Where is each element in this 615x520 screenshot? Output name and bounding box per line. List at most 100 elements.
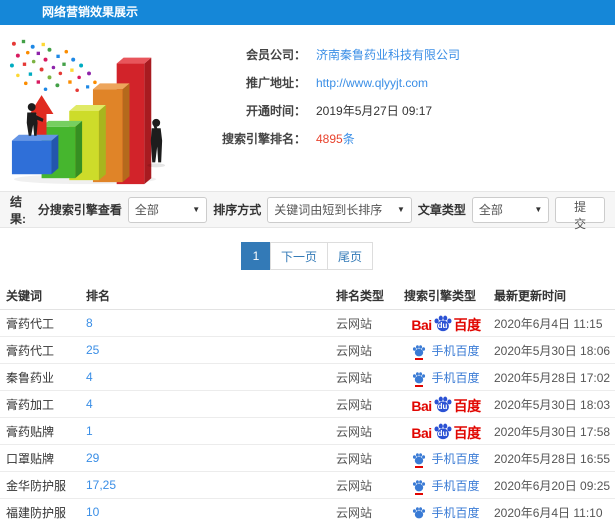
- company-link[interactable]: 济南秦鲁药业科技有限公司: [316, 46, 460, 63]
- engine-rank-value: 4895条: [316, 130, 355, 147]
- baidu-mobile-label: 手机百度: [431, 343, 480, 358]
- keyword-ranking-table: 关键词 排名 排名类型 搜索引擎类型 最新更新时间 膏药代工 8 云网站 Bai du 百…: [0, 282, 615, 520]
- article-type-select[interactable]: 全部 ▼: [471, 196, 550, 223]
- engine-filter-select[interactable]: 全部 ▼: [127, 196, 208, 223]
- cell-engine: 手机百度: [404, 477, 488, 495]
- bar-blue: [11, 134, 59, 175]
- baidu-mobile-logo: 手机百度: [412, 477, 480, 495]
- cell-engine: 手机百度: [404, 342, 488, 360]
- baidu-paw-icon: [412, 452, 426, 468]
- rank-unit: 条: [342, 132, 355, 146]
- table-row: 膏药贴牌 1 云网站 Bai du 百度 2020年5月30日 17:58: [0, 418, 615, 445]
- cell-rank[interactable]: 29: [86, 451, 336, 465]
- confetti-dots: [9, 39, 103, 93]
- cell-updated: 2020年5月30日 18:06: [494, 343, 611, 358]
- sort-filter-select[interactable]: 关键词由短到长排序 ▼: [267, 196, 412, 223]
- cell-keyword: 福建防护服: [6, 505, 67, 520]
- result-label: 结果:: [10, 194, 26, 226]
- baidu-mobile-label: 手机百度: [431, 370, 480, 385]
- chevron-down-icon: ▼: [192, 205, 201, 214]
- baidu-pc-logo: Bai du 百度: [411, 395, 481, 413]
- baidu-paw-icon: du: [433, 395, 453, 413]
- cell-rank[interactable]: 1: [86, 424, 336, 438]
- cell-rank[interactable]: 4: [86, 397, 336, 411]
- company-label: 会员公司：: [245, 48, 306, 62]
- promo-url-link[interactable]: http://www.qlyyjt.com: [316, 76, 428, 90]
- cell-rank-type: 云网站: [336, 370, 373, 385]
- header-keyword: 关键词: [6, 289, 43, 303]
- engine-rank-row: 搜索引擎排名： 4895条: [174, 125, 605, 152]
- cell-rank-type: 云网站: [336, 397, 373, 412]
- baidu-mobile-logo: 手机百度: [412, 369, 480, 387]
- baidu-pc-logo: Bai du 百度: [411, 422, 481, 440]
- open-time-row: 开通时间： 2019年5月27日 09:17: [174, 97, 605, 124]
- table-row: 口罩贴牌 29 云网站 手机百度 2020年5月28日 16:55: [0, 445, 615, 472]
- cell-keyword: 秦鲁药业: [6, 370, 55, 385]
- cell-rank-type: 云网站: [336, 316, 373, 331]
- baidu-pc-logo: Bai du 百度: [411, 314, 481, 332]
- filter-controls: 分搜索引擎查看 全部 ▼ 排序方式 关键词由短到长排序 ▼ 文章类型 全部 ▼ …: [37, 196, 605, 231]
- cell-engine: Bai du 百度: [404, 422, 488, 440]
- header-rank-type: 排名类型: [336, 289, 385, 303]
- cell-keyword: 金华防护服: [6, 478, 67, 493]
- sort-filter-label: 排序方式: [213, 203, 262, 217]
- account-info: 会员公司： 济南秦鲁药业科技有限公司 推广地址： http://www.qlyy…: [174, 35, 605, 185]
- cell-updated: 2020年6月20日 09:25: [494, 478, 611, 493]
- cell-rank[interactable]: 25: [86, 343, 336, 357]
- cell-updated: 2020年6月4日 11:10: [494, 505, 603, 520]
- chevron-down-icon: ▼: [534, 205, 543, 214]
- header-updated: 最新更新时间: [494, 289, 567, 303]
- cell-rank[interactable]: 4: [86, 370, 336, 384]
- baidu-paw-icon: du: [433, 422, 453, 440]
- baidu-mobile-label: 手机百度: [431, 505, 480, 520]
- table-row: 膏药代工 25 云网站 手机百度 2020年5月30日 18:06: [0, 337, 615, 364]
- cell-rank[interactable]: 8: [86, 316, 336, 330]
- cell-rank-type: 云网站: [336, 343, 373, 358]
- baidu-mobile-label: 手机百度: [431, 478, 480, 493]
- promo-url-label: 推广地址：: [245, 76, 306, 90]
- cell-rank[interactable]: 17,25: [86, 478, 336, 492]
- baidu-mobile-logo: 手机百度: [412, 504, 480, 520]
- open-time-value: 2019年5月27日 09:17: [316, 104, 433, 118]
- page-1-button[interactable]: 1: [240, 242, 271, 270]
- baidu-paw-icon: du: [433, 314, 453, 332]
- cell-keyword: 膏药加工: [6, 397, 55, 412]
- cell-updated: 2020年5月30日 18:03: [494, 397, 611, 412]
- baidu-mobile-logo: 手机百度: [412, 450, 480, 468]
- cell-updated: 2020年5月28日 16:55: [494, 451, 611, 466]
- cell-rank-type: 云网站: [336, 451, 373, 466]
- cell-engine: 手机百度: [404, 450, 488, 468]
- table-row: 金华防护服 17,25 云网站 手机百度 2020年6月20日 09:25: [0, 472, 615, 499]
- table-row: 膏药代工 8 云网站 Bai du 百度 2020年6月4日 11:15: [0, 310, 615, 337]
- baidu-mobile-logo: 手机百度: [412, 342, 480, 360]
- table-body: 膏药代工 8 云网站 Bai du 百度 2020年6月4日 11:15 膏药代工 25 云网站手…: [0, 310, 615, 520]
- baidu-paw-icon: [412, 371, 426, 387]
- pagination: 1 下一页 尾页: [0, 228, 615, 282]
- baidu-paw-icon: [412, 344, 426, 360]
- open-time-label: 开通时间：: [245, 104, 306, 118]
- next-page-button[interactable]: 下一页: [269, 242, 328, 270]
- header-engine-type: 搜索引擎类型: [404, 289, 477, 303]
- baidu-paw-icon: [412, 506, 426, 520]
- engine-filter-label: 分搜索引擎查看: [37, 203, 122, 217]
- rank-count: 4895: [316, 132, 343, 146]
- engine-filter-value: 全部: [134, 203, 159, 217]
- table-header-row: 关键词 排名 排名类型 搜索引擎类型 最新更新时间: [0, 282, 615, 310]
- cell-rank[interactable]: 10: [86, 505, 336, 519]
- cell-engine: 手机百度: [404, 369, 488, 387]
- table-row: 膏药加工 4 云网站 Bai du 百度 2020年5月30日 18:03: [0, 391, 615, 418]
- page-title: 网络营销效果展示: [0, 0, 615, 25]
- baidu-paw-icon: [412, 479, 426, 495]
- table-row: 福建防护服 10 云网站 手机百度 2020年6月4日 11:10: [0, 499, 615, 520]
- account-info-section: 会员公司： 济南秦鲁药业科技有限公司 推广地址： http://www.qlyy…: [0, 25, 615, 191]
- company-row: 会员公司： 济南秦鲁药业科技有限公司: [174, 41, 605, 68]
- submit-button[interactable]: 提交: [555, 196, 605, 231]
- article-type-value: 全部: [478, 203, 503, 217]
- last-page-button[interactable]: 尾页: [327, 242, 374, 270]
- article-type-label: 文章类型: [417, 203, 466, 217]
- cell-rank-type: 云网站: [336, 505, 373, 520]
- engine-rank-label: 搜索引擎排名：: [221, 132, 306, 146]
- cell-engine: Bai du 百度: [404, 314, 488, 332]
- cell-rank-type: 云网站: [336, 424, 373, 439]
- header-rank: 排名: [86, 289, 111, 303]
